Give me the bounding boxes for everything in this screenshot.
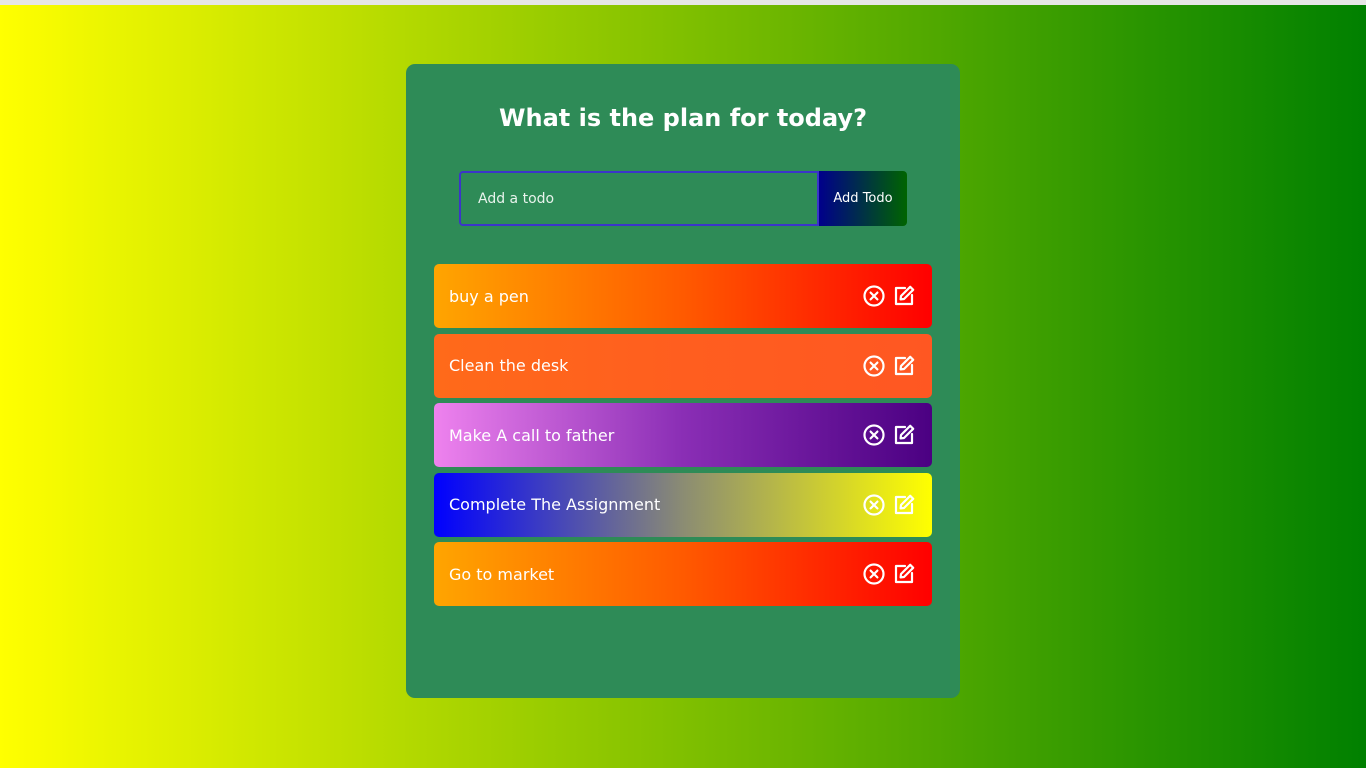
todo-item-text[interactable]: Clean the desk bbox=[449, 356, 856, 375]
browser-top-strip bbox=[0, 0, 1366, 5]
todo-item: buy a pen bbox=[434, 264, 932, 328]
todo-item-text[interactable]: Go to market bbox=[449, 565, 856, 584]
todo-item: Complete The Assignment bbox=[434, 472, 932, 537]
todo-app-card: What is the plan for today? Add Todo buy… bbox=[406, 64, 960, 698]
todo-list: buy a pen Clean the desk Make A call to … bbox=[434, 264, 932, 612]
todo-item: Go to market bbox=[434, 542, 932, 607]
edit-icon[interactable] bbox=[892, 493, 916, 517]
todo-form: Add Todo bbox=[459, 171, 907, 226]
todo-item: Clean the desk bbox=[434, 333, 932, 398]
close-circle-icon[interactable] bbox=[862, 493, 886, 517]
todo-item-text[interactable]: Complete The Assignment bbox=[449, 495, 856, 514]
edit-icon[interactable] bbox=[892, 562, 916, 586]
close-circle-icon[interactable] bbox=[862, 562, 886, 586]
todo-input[interactable] bbox=[459, 171, 819, 226]
todo-item: Make A call to father bbox=[434, 403, 932, 468]
page-title: What is the plan for today? bbox=[499, 104, 867, 132]
close-circle-icon[interactable] bbox=[862, 423, 886, 447]
edit-icon[interactable] bbox=[892, 354, 916, 378]
todo-item-text[interactable]: buy a pen bbox=[449, 287, 856, 306]
close-circle-icon[interactable] bbox=[862, 354, 886, 378]
edit-icon[interactable] bbox=[892, 423, 916, 447]
todo-item-text[interactable]: Make A call to father bbox=[449, 426, 856, 445]
close-circle-icon[interactable] bbox=[862, 284, 886, 308]
edit-icon[interactable] bbox=[892, 284, 916, 308]
add-todo-button[interactable]: Add Todo bbox=[819, 171, 907, 226]
